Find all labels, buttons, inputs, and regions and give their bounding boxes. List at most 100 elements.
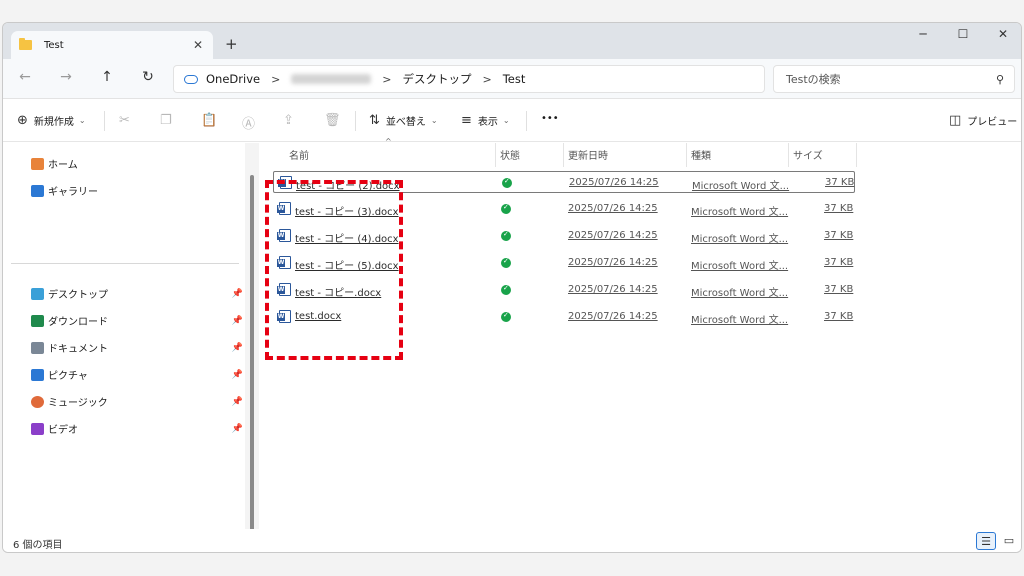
file-modified: 2025/07/26 14:25	[568, 284, 658, 295]
paste-button[interactable]: 📋	[201, 113, 223, 128]
sidebar-divider	[11, 263, 239, 264]
maximize-button[interactable]: ☐	[943, 27, 983, 41]
file-size: 37 KB	[825, 177, 855, 188]
pin-icon[interactable]: 📌	[232, 370, 243, 380]
sidebar-item-label: ホーム	[48, 160, 78, 171]
divider	[526, 111, 527, 131]
tab-close-icon[interactable]: ✕	[191, 38, 205, 52]
sidebar-item-downloads[interactable]: ダウンロード 📌	[31, 313, 243, 328]
column-divider[interactable]	[495, 143, 496, 167]
command-bar: ⊕ 新規作成 ⌄ ✂ ❐ 📋 Ⓐ ⇪ 🗑 ⇅ 並べ替え ⌄ ≡ 表示 ⌄ •••…	[3, 100, 1021, 142]
divider	[355, 111, 356, 131]
sidebar-item-documents[interactable]: ドキュメント 📌	[31, 340, 243, 355]
sidebar-scroll-thumb[interactable]	[250, 175, 254, 551]
column-header-name[interactable]: 名前	[289, 147, 309, 162]
new-tab-button[interactable]: +	[225, 35, 238, 53]
tiles-view-button[interactable]: ▭	[999, 532, 1019, 550]
breadcrumb-desktop[interactable]: デスクトップ	[403, 71, 472, 87]
copy-button[interactable]: ❐	[160, 113, 178, 128]
breadcrumb-onedrive[interactable]: OneDrive	[206, 72, 260, 86]
sort-button[interactable]: ⇅ 並べ替え ⌄	[369, 113, 438, 128]
refresh-button[interactable]: ↻	[138, 69, 158, 85]
new-button[interactable]: ⊕ 新規作成 ⌄	[17, 113, 86, 128]
desktop-icon	[31, 287, 44, 300]
delete-icon: 🗑	[324, 113, 341, 128]
sidebar-item-label: ピクチャ	[48, 371, 88, 382]
sidebar-item-pictures[interactable]: ピクチャ 📌	[31, 367, 243, 382]
column-divider[interactable]	[788, 143, 789, 167]
chevron-right-icon: >	[382, 72, 392, 86]
file-size: 37 KB	[824, 284, 854, 295]
item-count: 6 個の項目	[13, 540, 63, 551]
address-bar[interactable]: OneDrive > > デスクトップ > Test	[173, 65, 765, 93]
chevron-down-icon: ⌄	[502, 116, 510, 125]
close-window-button[interactable]: ✕	[983, 27, 1021, 41]
sidebar-item-music[interactable]: ミュージック 📌	[31, 394, 243, 409]
sidebar-item-label: ビデオ	[48, 425, 78, 436]
column-divider[interactable]	[563, 143, 564, 167]
sort-icon: ⇅	[369, 113, 380, 128]
sidebar-item-home[interactable]: ホーム	[31, 156, 243, 171]
file-modified: 2025/07/26 14:25	[568, 257, 658, 268]
file-type: Microsoft Word 文...	[691, 261, 789, 272]
share-button[interactable]: ⇪	[283, 113, 300, 128]
synced-icon	[501, 311, 511, 322]
chevron-right-icon: >	[482, 72, 492, 86]
sort-label: 並べ替え	[385, 117, 426, 128]
gallery-icon	[31, 184, 44, 197]
pin-icon[interactable]: 📌	[232, 397, 243, 407]
view-button[interactable]: ≡ 表示 ⌄	[461, 113, 510, 128]
file-type: Microsoft Word 文...	[691, 207, 789, 218]
cut-button[interactable]: ✂	[119, 113, 136, 128]
back-button[interactable]: ←	[15, 69, 35, 85]
sidebar-item-gallery[interactable]: ギャラリー	[31, 183, 243, 198]
cut-icon: ✂	[119, 113, 130, 128]
navigation-bar: ← → ↑ ↻ OneDrive > > デスクトップ > Test Testの…	[3, 59, 1021, 99]
tab-test[interactable]: Test ✕	[11, 31, 213, 59]
download-icon	[31, 314, 44, 327]
tab-strip: Test ✕ + ─ ☐ ✕	[3, 23, 1021, 59]
sidebar-item-label: デスクトップ	[48, 290, 108, 301]
more-button[interactable]: •••	[541, 113, 559, 124]
home-icon	[31, 157, 44, 170]
column-header-status[interactable]: 状態	[500, 147, 520, 162]
navigation-pane: ホーム ギャラリー デスクトップ 📌 ダウンロード 📌 ドキュメント 📌 ピクチ…	[3, 143, 243, 529]
music-icon	[31, 395, 44, 408]
up-button[interactable]: ↑	[97, 69, 117, 85]
details-view-button[interactable]: ☰	[976, 532, 996, 550]
forward-button[interactable]: →	[56, 69, 76, 85]
videos-icon	[31, 422, 44, 435]
search-box[interactable]: Testの検索 ⚲	[773, 65, 1015, 93]
rename-button[interactable]: Ⓐ	[242, 113, 261, 132]
pin-icon[interactable]: 📌	[232, 316, 243, 326]
view-label: 表示	[477, 117, 498, 128]
sidebar-item-label: ダウンロード	[48, 317, 108, 328]
sidebar-item-videos[interactable]: ビデオ 📌	[31, 421, 243, 436]
cloud-icon	[184, 74, 198, 84]
synced-icon	[501, 257, 511, 268]
delete-button[interactable]: 🗑	[324, 113, 347, 128]
column-divider[interactable]	[856, 143, 857, 167]
folder-icon	[19, 38, 32, 50]
chevron-down-icon: ⌄	[430, 116, 438, 125]
column-divider[interactable]	[686, 143, 687, 167]
file-size: 37 KB	[824, 230, 854, 241]
status-bar: 6 個の項目 ☰ ▭	[3, 529, 1021, 552]
column-header-modified[interactable]: 更新日時	[568, 147, 608, 162]
file-size: 37 KB	[824, 257, 854, 268]
preview-button[interactable]: ◫ プレビュー	[949, 113, 1017, 128]
file-type: Microsoft Word 文...	[691, 288, 789, 299]
file-size: 37 KB	[824, 311, 854, 322]
sidebar-item-desktop[interactable]: デスクトップ 📌	[31, 286, 243, 301]
pin-icon[interactable]: 📌	[232, 424, 243, 434]
new-label: 新規作成	[33, 117, 74, 128]
file-explorer-window: Test ✕ + ─ ☐ ✕ ← → ↑ ↻ OneDrive > > デスクト…	[2, 22, 1022, 553]
column-header-type[interactable]: 種類	[691, 147, 711, 162]
pin-icon[interactable]: 📌	[232, 289, 243, 299]
chevron-down-icon: ⌄	[78, 116, 86, 125]
column-header-size[interactable]: サイズ	[793, 147, 823, 162]
pin-icon[interactable]: 📌	[232, 343, 243, 353]
breadcrumb-test[interactable]: Test	[503, 72, 526, 86]
minimize-button[interactable]: ─	[903, 27, 943, 41]
preview-pane-icon: ◫	[949, 113, 962, 128]
